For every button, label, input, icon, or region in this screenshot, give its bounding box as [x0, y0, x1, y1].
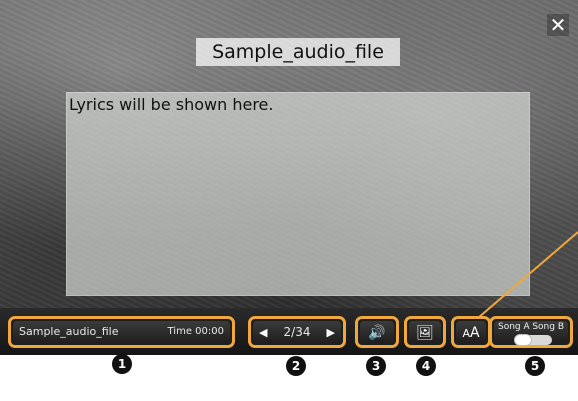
image-icon: 🖼	[416, 325, 434, 341]
time-readout: Time 00:00	[168, 326, 225, 337]
close-button[interactable]: ✕	[547, 14, 569, 36]
song-toggle[interactable]	[514, 334, 552, 346]
song-info-inner: Sample_audio_file Time 00:00	[13, 321, 230, 343]
toggle-knob	[514, 334, 532, 346]
callout-3: 3	[366, 356, 386, 376]
song-switch[interactable]: Song A Song B	[489, 316, 573, 348]
font-size-button[interactable]: AA	[451, 316, 491, 348]
callout-4: 4	[416, 356, 436, 376]
speaker-icon: 🔊	[368, 325, 386, 341]
song-title: Sample_audio_file	[196, 38, 400, 66]
volume-inner: 🔊	[360, 321, 394, 343]
page-selector[interactable]: ◀ 2/34 ▶	[248, 316, 346, 348]
volume-button[interactable]: 🔊	[355, 316, 399, 348]
lyrics-area: Lyrics will be shown here.	[66, 92, 530, 296]
time-value: 00:00	[195, 326, 224, 337]
background-inner: 🖼	[409, 321, 441, 343]
close-icon: ✕	[549, 13, 567, 37]
song-info-field[interactable]: Sample_audio_file Time 00:00	[8, 316, 235, 348]
callout-1: 1	[112, 354, 132, 374]
callout-2: 2	[286, 356, 306, 376]
callout-5: 5	[525, 356, 545, 376]
song-name: Sample_audio_file	[19, 325, 119, 338]
lyrics-placeholder: Lyrics will be shown here.	[69, 95, 274, 114]
time-label: Time	[167, 326, 192, 337]
song-a-label: Song A	[498, 322, 530, 332]
song-switch-inner: Song A Song B	[494, 321, 568, 346]
font-size-inner: AA	[456, 321, 486, 343]
page-selector-inner: ◀ 2/34 ▶	[253, 321, 341, 343]
chevron-right-icon[interactable]: ▶	[327, 326, 335, 339]
background-image-button[interactable]: 🖼	[404, 316, 446, 348]
lyrics-display-screen: ✕ Sample_audio_file Lyrics will be shown…	[0, 0, 578, 355]
song-b-label: Song B	[532, 322, 564, 332]
aA-icon: AA	[462, 325, 480, 341]
